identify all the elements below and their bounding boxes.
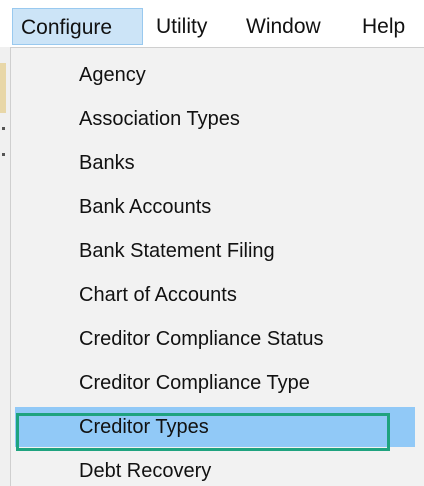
background-app-edge (0, 47, 10, 486)
menu-item-bank-statement-filing[interactable]: Bank Statement Filing (15, 231, 415, 271)
background-mark (2, 153, 5, 156)
menu-item-debt-recovery[interactable]: Debt Recovery (15, 451, 415, 486)
menu-window[interactable]: Window (246, 8, 321, 45)
menu-item-bank-accounts[interactable]: Bank Accounts (15, 187, 415, 227)
menu-bar: Configure Utility Window Help (0, 0, 424, 47)
menu-item-agency[interactable]: Agency (15, 55, 415, 95)
background-decoration (0, 63, 6, 113)
menu-help[interactable]: Help (362, 8, 405, 45)
background-mark (2, 127, 5, 130)
menu-utility[interactable]: Utility (156, 8, 207, 45)
menu-item-association-types[interactable]: Association Types (15, 99, 415, 139)
menu-item-creditor-compliance-type[interactable]: Creditor Compliance Type (15, 363, 415, 403)
menu-item-creditor-compliance-status[interactable]: Creditor Compliance Status (15, 319, 415, 359)
menu-configure[interactable]: Configure (12, 8, 143, 45)
menu-item-chart-of-accounts[interactable]: Chart of Accounts (15, 275, 415, 315)
menu-item-creditor-types[interactable]: Creditor Types (15, 407, 415, 447)
configure-dropdown-menu: Agency Association Types Banks Bank Acco… (10, 47, 424, 486)
app-window: Configure Utility Window Help Agency Ass… (0, 0, 424, 486)
menu-item-banks[interactable]: Banks (15, 143, 415, 183)
